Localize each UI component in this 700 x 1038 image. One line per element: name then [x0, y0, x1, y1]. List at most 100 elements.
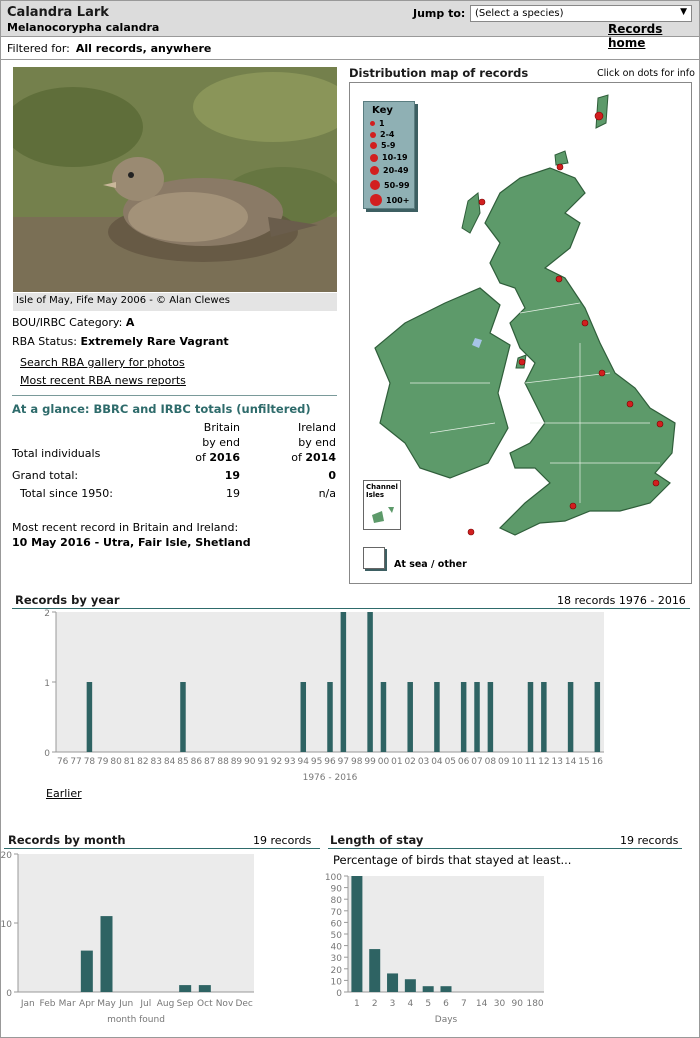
total-individuals-label: Total individuals: [12, 447, 101, 460]
month-chart: 0 10 20 Jan Feb Mar Apr May Jun Jul Aug Sep Oct Nov De…: [1, 851, 254, 1023]
year-chart-summary: 18 records 1976 - 2016: [557, 594, 686, 607]
x-axis-label: month found: [107, 1015, 165, 1023]
at-sea-box[interactable]: [363, 547, 385, 569]
x-tick-label: Mar: [59, 999, 76, 1009]
britain-head-2: by end: [202, 436, 240, 449]
grand-total-label: Grand total:: [12, 469, 79, 482]
channel-isles-shape: [372, 507, 394, 523]
since-1950-label: Total since 1950:: [20, 487, 113, 500]
species-select-value: (Select a species): [475, 8, 564, 19]
divider: [12, 395, 337, 396]
x-tick-label: 89: [231, 757, 243, 767]
x-tick-label: 86: [191, 757, 203, 767]
x-tick-label: 01: [391, 757, 402, 767]
x-tick-label: Jun: [118, 999, 133, 1009]
grand-total-britain: 19: [224, 469, 240, 482]
y-tick-label: 0: [6, 989, 12, 999]
key-row: 20-49: [370, 166, 409, 175]
key-row: 100+: [370, 194, 409, 206]
bar: [541, 682, 547, 752]
x-tick-label: 91: [257, 757, 268, 767]
x-tick-label: 97: [338, 757, 349, 767]
since-1950-britain: 19: [226, 487, 240, 500]
x-tick-label: 95: [311, 757, 322, 767]
x-tick-label: 93: [284, 757, 295, 767]
ireland-head-1: Ireland: [297, 421, 336, 434]
bar: [387, 973, 399, 992]
x-tick-label: 81: [124, 757, 135, 767]
rba-status-value: Extremely Rare Vagrant: [80, 335, 229, 348]
x-tick-label: Nov: [216, 999, 234, 1009]
earlier-link[interactable]: Earlier: [46, 787, 82, 800]
map-key: Key 1 2-4 5-9 10-19 20-49 50-99 100+: [363, 101, 415, 209]
news-link[interactable]: Most recent RBA news reports: [20, 374, 186, 387]
y-tick-label: 10: [1, 920, 13, 930]
x-tick-label: 92: [271, 757, 282, 767]
x-tick-label: 03: [418, 757, 429, 767]
species-photo[interactable]: [13, 67, 337, 292]
channel-isles-inset[interactable]: Channel Isles: [363, 480, 401, 530]
x-tick-label: Aug: [157, 999, 175, 1009]
x-axis-label: Days: [435, 1015, 458, 1025]
bar: [380, 682, 387, 752]
x-tick-label: May: [97, 999, 116, 1009]
filter-label: Filtered for:: [7, 42, 70, 55]
bar: [198, 985, 211, 992]
y-tick-label: 60: [331, 919, 343, 929]
x-tick-label: 78: [84, 757, 96, 767]
y-tick-label: 50: [331, 931, 343, 941]
stay-chart-summary: 19 records: [620, 834, 679, 847]
britain-head-1: Britain: [203, 421, 240, 434]
grand-total-ireland: 0: [328, 469, 336, 482]
x-tick-label: 09: [498, 757, 510, 767]
bar: [440, 986, 452, 992]
x-tick-label: 05: [445, 757, 456, 767]
x-tick-label: 3: [390, 999, 396, 1009]
x-tick-label: 87: [204, 757, 215, 767]
x-tick-label: Jan: [20, 999, 35, 1009]
x-tick-label: 96: [324, 757, 336, 767]
x-tick-label: 7: [461, 999, 467, 1009]
x-tick-label: Jul: [139, 999, 151, 1009]
since-1950-ireland: n/a: [318, 487, 336, 500]
bar: [594, 682, 601, 752]
x-tick-label: 30: [494, 999, 506, 1009]
bar: [180, 682, 186, 752]
x-tick-label: 15: [578, 757, 589, 767]
bar: [369, 949, 381, 992]
bar: [474, 682, 480, 752]
x-tick-label: 6: [443, 999, 449, 1009]
x-tick-label: 82: [137, 757, 148, 767]
bar: [407, 682, 413, 752]
ireland-head-2: by end: [298, 436, 336, 449]
stay-chart-subtitle: Percentage of birds that stayed at least…: [333, 853, 572, 867]
y-tick-label: 20: [331, 966, 343, 976]
y-tick-label: 30: [331, 954, 343, 964]
ireland-header: Ireland by end of 2014: [276, 420, 336, 465]
glance-title: At a glance: BBRC and IRBC totals (unfil…: [12, 402, 311, 416]
recent-record-value: 10 May 2016 - Utra, Fair Isle, Shetland: [12, 536, 251, 549]
x-tick-label: 98: [351, 757, 363, 767]
y-tick-label: 1: [44, 679, 50, 689]
x-tick-label: 94: [298, 757, 310, 767]
x-tick-label: 07: [471, 757, 482, 767]
x-tick-label: 12: [538, 757, 549, 767]
rba-status-label: RBA Status:: [12, 335, 77, 348]
gallery-link[interactable]: Search RBA gallery for photos: [20, 356, 185, 369]
x-tick-label: 2: [372, 999, 378, 1009]
map-title: Distribution map of records: [349, 66, 529, 80]
x-tick-label: 99: [364, 757, 376, 767]
x-tick-label: 80: [110, 757, 122, 767]
map-hint: Click on dots for info: [597, 68, 695, 79]
x-tick-label: 90: [512, 999, 524, 1009]
category-value: A: [125, 316, 135, 329]
species-select[interactable]: (Select a species) ▼: [470, 5, 692, 22]
at-sea-label: At sea / other: [394, 559, 467, 570]
year-chart: 01276 77 78 79 80 81 82 83 84 85 86 87 88 89 90 91 92 93 9…: [44, 609, 604, 783]
divider: [328, 848, 682, 849]
bar: [487, 682, 494, 752]
y-tick-label: 90: [331, 885, 343, 895]
bar: [300, 682, 307, 752]
month-chart-title: Records by month: [8, 833, 126, 847]
x-tick-label: 76: [57, 757, 69, 767]
